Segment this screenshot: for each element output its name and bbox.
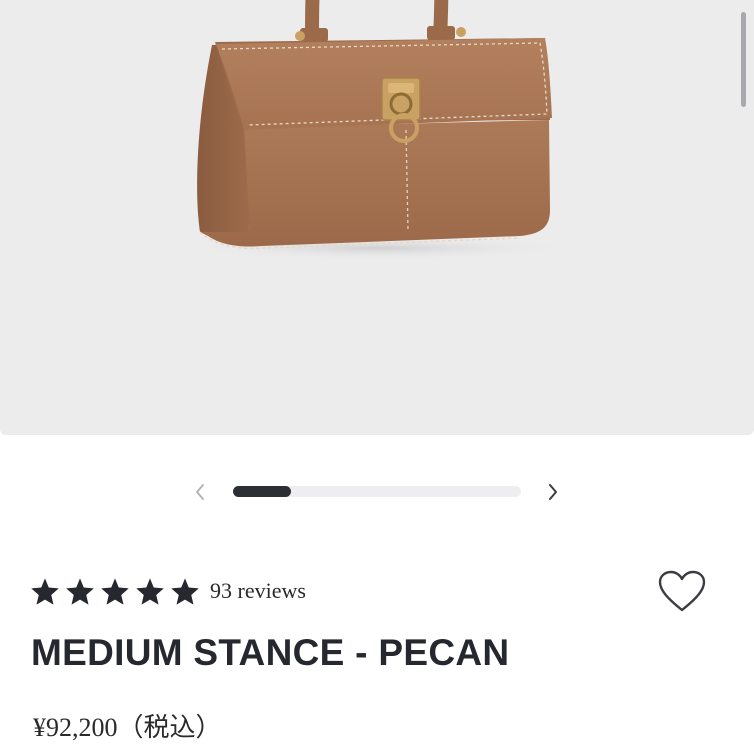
- chevron-left-icon: [196, 484, 204, 500]
- star-icon: [100, 577, 130, 606]
- product-price: ¥92,200（税込）: [33, 713, 222, 742]
- star-icon: [170, 577, 200, 606]
- star-icon: [30, 577, 60, 606]
- star-rating: [30, 577, 200, 606]
- star-icon: [135, 577, 165, 606]
- previous-image-button[interactable]: [188, 478, 212, 506]
- product-image-gallery[interactable]: [0, 0, 754, 435]
- gallery-progress-indicator: [233, 486, 291, 497]
- chevron-right-icon: [549, 484, 557, 500]
- product-title: MEDIUM STANCE - PECAN: [31, 632, 510, 673]
- scrollbar-thumb[interactable]: [741, 12, 746, 107]
- gallery-carousel-controls: [0, 470, 754, 514]
- heart-outline-icon: [658, 570, 706, 612]
- gallery-progress-track[interactable]: [233, 486, 521, 497]
- star-icon: [65, 577, 95, 606]
- reviews-count[interactable]: 93 reviews: [210, 578, 306, 604]
- product-image: [180, 0, 580, 260]
- product-rating[interactable]: 93 reviews: [30, 572, 306, 610]
- next-image-button[interactable]: [541, 478, 565, 506]
- wishlist-button[interactable]: [655, 568, 709, 616]
